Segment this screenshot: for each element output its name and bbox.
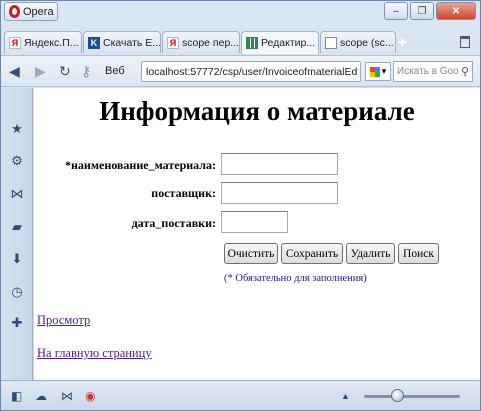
tab-yandex[interactable]: Я Яндекс.П... ✕ — [4, 31, 82, 53]
document-icon — [325, 36, 337, 49]
tab-scope-translate[interactable]: Я scope пер... ✕ — [162, 31, 240, 53]
back-icon[interactable]: ◀ — [9, 63, 20, 80]
tab-download[interactable]: K Скачать E... ✕ — [83, 31, 161, 53]
delivery-date-label: дата_поставки: — [131, 216, 216, 230]
search-placeholder: Искать в Goo — [397, 66, 459, 77]
grid-icon — [246, 37, 258, 49]
status-bar: ◧ ☁ ⋈ ◉ ▲ — [1, 380, 480, 410]
trash-icon[interactable] — [460, 36, 470, 48]
zoom-slider-knob[interactable] — [390, 389, 404, 402]
home-page-link[interactable]: На главную страницу — [37, 346, 152, 361]
close-tab-icon[interactable]: ✕ — [318, 38, 319, 49]
search-button[interactable]: Поиск — [398, 243, 439, 264]
add-panel-icon[interactable]: ✚ — [10, 315, 24, 330]
opera-menu-button[interactable]: Opera — [4, 2, 58, 21]
chevron-down-icon: ▾ — [381, 66, 387, 76]
tab-bar: Я Яндекс.П... ✕ K Скачать E... ✕ Я scope… — [1, 29, 480, 54]
clear-button[interactable]: Очистить — [224, 243, 278, 264]
google-icon — [369, 66, 380, 77]
minimize-button[interactable]: – — [384, 2, 408, 20]
material-name-input[interactable] — [221, 153, 338, 175]
opera-logo-icon — [9, 5, 20, 18]
download-icon[interactable]: ⬇ — [10, 251, 24, 266]
tab-edit-active[interactable]: Редактир... ✕ — [241, 31, 319, 54]
cloud-icon[interactable]: ☁ — [35, 389, 47, 403]
view-link[interactable]: Просмотр — [37, 313, 90, 328]
k-icon: K — [88, 36, 100, 49]
supplier-input[interactable] — [221, 182, 338, 204]
unite-icon[interactable]: ⋈ — [61, 389, 73, 403]
turbo-icon[interactable]: ◉ — [85, 389, 95, 403]
yandex-icon: Я — [9, 36, 21, 49]
tab-label: scope (sc... — [340, 36, 394, 49]
page-content: Информация о материале *наименование_мат… — [34, 88, 480, 380]
close-button[interactable]: ✕ — [436, 2, 476, 20]
forward-icon[interactable]: ▶ — [35, 63, 46, 80]
tab-label: Скачать E... — [103, 36, 161, 49]
page-title: Информация о материале — [99, 96, 415, 126]
bookmarks-star-icon[interactable]: ★ — [10, 121, 24, 136]
search-input[interactable]: Искать в Goo ⚲ — [393, 61, 473, 82]
browser-window: Opera – ❐ ✕ Я Яндекс.П... ✕ K Скачать E.… — [0, 0, 481, 411]
maximize-button[interactable]: ❐ — [410, 2, 434, 20]
material-name-label: *наименование_материала: — [64, 158, 216, 172]
supplier-label: поставщик: — [151, 186, 216, 200]
gear-icon[interactable]: ⚙ — [10, 153, 24, 168]
zoom-slider[interactable] — [364, 395, 460, 398]
share-icon[interactable]: ⋈ — [10, 186, 24, 201]
opera-menu-label: Opera — [23, 5, 54, 18]
key-icon[interactable]: ⚷ — [81, 63, 91, 80]
url-text: localhost:57772/csp/user/Invoiceofmateri… — [146, 65, 358, 78]
tab-scope[interactable]: scope (sc... ✕ — [320, 31, 396, 53]
history-clock-icon[interactable]: ◷ — [10, 284, 24, 299]
tab-label: Редактир... — [261, 37, 316, 49]
tab-label: scope пер... — [182, 36, 240, 49]
tab-label: Яндекс.П... — [24, 36, 79, 49]
navigation-bar: ◀ ▶ ↻ ⚷ Веб localhost:57772/csp/user/Inv… — [1, 55, 480, 87]
yandex-icon: Я — [167, 36, 179, 49]
required-fields-note: (* Обязательно для заполнения) — [224, 273, 367, 284]
search-icon[interactable]: ⚲ — [461, 65, 469, 78]
zoom-out-icon[interactable]: ▲ — [341, 391, 350, 401]
reload-icon[interactable]: ↻ — [59, 63, 71, 80]
panel-toggle-icon[interactable]: ◧ — [11, 389, 22, 403]
web-label: Веб — [105, 65, 125, 77]
new-tab-icon[interactable]: + — [398, 34, 407, 51]
title-bar: Opera – ❐ ✕ — [1, 1, 480, 27]
window-controls: – ❐ ✕ — [384, 2, 476, 20]
save-button[interactable]: Сохранить — [281, 243, 343, 264]
delete-button[interactable]: Удалить — [346, 243, 395, 264]
notes-icon[interactable]: ▰ — [10, 219, 24, 234]
address-bar[interactable]: localhost:57772/csp/user/Invoiceofmateri… — [141, 61, 361, 82]
delivery-date-input[interactable] — [221, 211, 288, 233]
sidebar: ★ ⚙ ⋈ ▰ ⬇ ◷ ✚ — [1, 88, 33, 380]
search-engine-selector[interactable]: ▾ — [365, 62, 391, 81]
